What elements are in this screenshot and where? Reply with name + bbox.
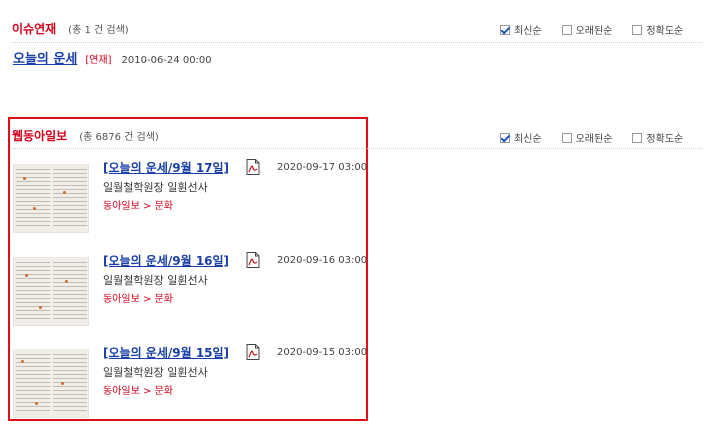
article-date: 2020-09-17 03:00	[277, 162, 368, 173]
article-date: 2020-09-16 03:00	[277, 255, 368, 266]
article-section: 문화	[154, 201, 173, 212]
section-header-webdonga: 웹동아일보 (총 6876 건 검색)	[12, 125, 159, 145]
sort-label: 정확도순	[646, 134, 684, 145]
sort-relevance[interactable]: 정확도순	[632, 130, 683, 145]
article-author: 일월철학원장 일휜선사	[103, 366, 208, 379]
newspaper-thumbnail[interactable]	[13, 250, 89, 326]
series-tag: [연재]	[85, 55, 112, 66]
article-item: [오늘의 운세/9월 17일] 2020-09-17 03:00 일월철학원장 …	[13, 157, 368, 235]
article-item: [오늘의 운세/9월 16일] 2020-09-16 03:00 일월철학원장 …	[13, 250, 368, 328]
sort-options: 최신순 오래된순 정확도순	[500, 22, 683, 37]
pdf-icon[interactable]	[246, 159, 260, 175]
checkbox-icon[interactable]	[632, 132, 643, 143]
article-title-link[interactable]: [오늘의 운세/9월 16일]	[103, 252, 229, 269]
checkbox-icon[interactable]	[500, 132, 510, 143]
series-date: 2010-06-24 00:00	[121, 55, 212, 66]
breadcrumb-separator: >	[143, 294, 152, 305]
sort-oldest[interactable]: 오래된순	[561, 22, 613, 37]
sort-relevance[interactable]: 정확도순	[632, 22, 683, 37]
checkbox-icon[interactable]	[561, 132, 572, 143]
article-date: 2020-09-15 03:00	[277, 347, 368, 358]
pdf-icon[interactable]	[246, 344, 260, 360]
sort-label: 오래된순	[575, 134, 613, 145]
result-count: (총 6876 건 검색)	[79, 131, 159, 143]
checkbox-icon[interactable]	[561, 24, 572, 35]
breadcrumb-separator: >	[143, 386, 152, 397]
divider	[12, 148, 702, 149]
section-title: 이슈연재	[12, 21, 57, 36]
sort-latest[interactable]: 최신순	[500, 130, 542, 145]
sort-label: 오래된순	[575, 26, 613, 37]
result-count: (총 1 건 검색)	[68, 24, 129, 36]
sort-label: 정확도순	[646, 26, 684, 37]
article-category[interactable]: 동아일보 > 문화	[103, 290, 173, 305]
checkbox-icon[interactable]	[500, 24, 510, 35]
article-source: 동아일보	[103, 386, 140, 397]
article-source: 동아일보	[103, 294, 140, 305]
pdf-icon[interactable]	[246, 252, 260, 268]
divider	[12, 42, 702, 43]
article-title-link[interactable]: [오늘의 운세/9월 17일]	[103, 159, 229, 176]
newspaper-thumbnail[interactable]	[13, 157, 89, 233]
sort-oldest[interactable]: 오래된순	[561, 130, 613, 145]
article-author: 일월철학원장 일휜선사	[103, 181, 208, 194]
checkbox-icon[interactable]	[632, 24, 643, 35]
newspaper-thumbnail[interactable]	[13, 342, 89, 418]
series-link[interactable]: 오늘의 운세	[13, 48, 77, 67]
article-category[interactable]: 동아일보 > 문화	[103, 197, 173, 212]
article-section: 문화	[154, 294, 173, 305]
article-section: 문화	[154, 386, 173, 397]
article-category[interactable]: 동아일보 > 문화	[103, 382, 173, 397]
article-source: 동아일보	[103, 201, 140, 212]
article-author: 일월철학원장 일휜선사	[103, 274, 208, 287]
sort-label: 최신순	[514, 134, 542, 145]
section-title: 웹동아일보	[12, 128, 68, 143]
article-item: [오늘의 운세/9월 15일] 2020-09-15 03:00 일월철학원장 …	[13, 342, 368, 420]
article-title-link[interactable]: [오늘의 운세/9월 15일]	[103, 344, 229, 361]
section-header-series: 이슈연재 (총 1 건 검색)	[12, 18, 129, 38]
sort-options: 최신순 오래된순 정확도순	[500, 130, 683, 145]
breadcrumb-separator: >	[143, 201, 152, 212]
sort-label: 최신순	[514, 26, 542, 37]
series-item: 오늘의 운세 [연재] 2010-06-24 00:00	[13, 48, 212, 67]
sort-latest[interactable]: 최신순	[500, 22, 542, 37]
